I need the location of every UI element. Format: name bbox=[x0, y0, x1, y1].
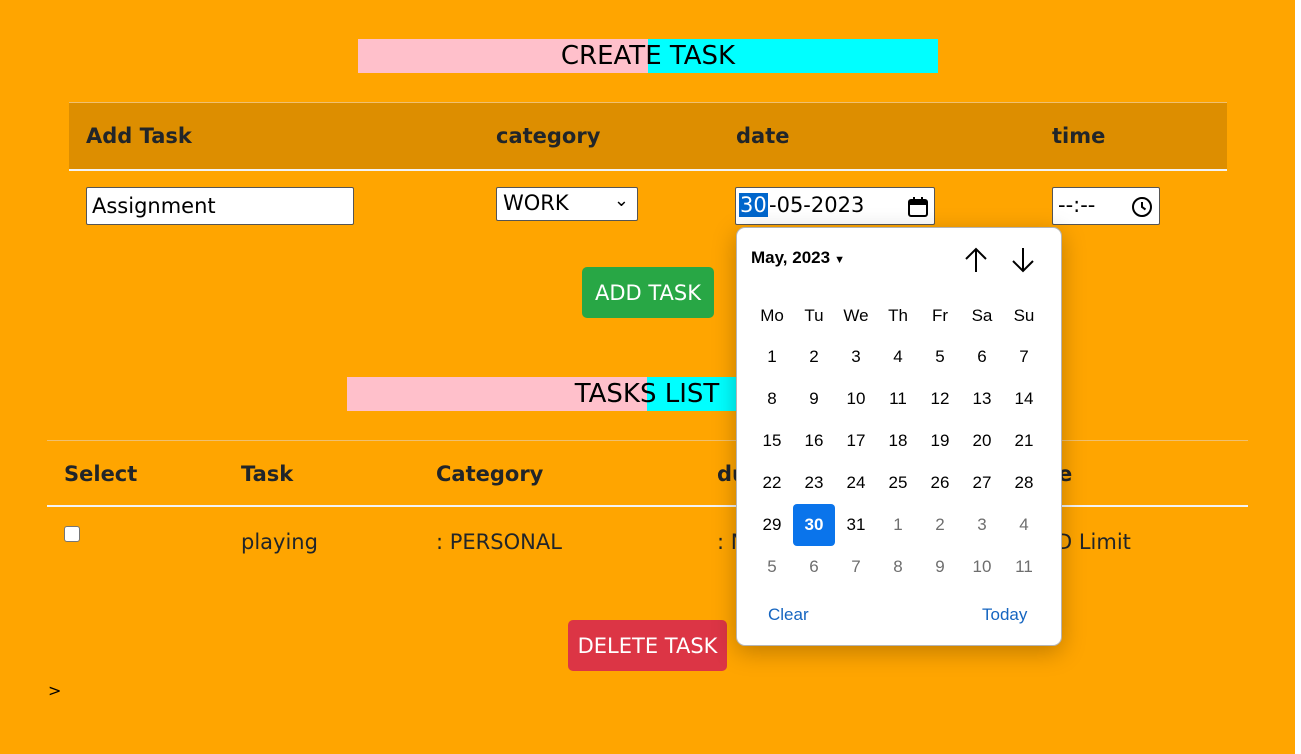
calendar-day[interactable]: 22 bbox=[751, 462, 793, 504]
page-edge bbox=[1295, 0, 1301, 754]
calendar-day[interactable]: 26 bbox=[919, 462, 961, 504]
next-month-arrow-icon[interactable] bbox=[1008, 245, 1038, 280]
calendar-day[interactable]: 4 bbox=[877, 336, 919, 378]
today-button[interactable]: Today bbox=[982, 605, 1027, 625]
calendar-day-adjacent-month[interactable]: 10 bbox=[961, 546, 1003, 588]
weekday-label: Fr bbox=[931, 306, 949, 325]
calendar-day-adjacent-month[interactable]: 7 bbox=[835, 546, 877, 588]
row-task-name: playing bbox=[241, 530, 318, 554]
calendar-day[interactable]: 14 bbox=[1003, 378, 1045, 420]
calendar-day[interactable]: 9 bbox=[793, 378, 835, 420]
weekday-label: We bbox=[843, 306, 869, 325]
calendar-day-adjacent-month[interactable]: 2 bbox=[919, 504, 961, 546]
calendar-icon[interactable] bbox=[907, 196, 929, 223]
delete-task-button[interactable]: DELETE TASK bbox=[568, 620, 727, 671]
previous-month-arrow-icon[interactable] bbox=[961, 245, 991, 280]
calendar-day[interactable]: 16 bbox=[793, 420, 835, 462]
date-input[interactable]: 30 -05-2023 bbox=[735, 187, 935, 225]
list-header-category: Category bbox=[436, 462, 544, 486]
calendar-day[interactable]: 7 bbox=[1003, 336, 1045, 378]
calendar-day[interactable]: 8 bbox=[751, 378, 793, 420]
calendar-day[interactable]: 2 bbox=[793, 336, 835, 378]
list-header-divider bbox=[47, 505, 1248, 507]
calendar-day[interactable]: 15 bbox=[751, 420, 793, 462]
calendar-day-adjacent-month[interactable]: 4 bbox=[1003, 504, 1045, 546]
calendar-day[interactable]: 27 bbox=[961, 462, 1003, 504]
calendar-day[interactable]: 23 bbox=[793, 462, 835, 504]
calendar-day[interactable]: 19 bbox=[919, 420, 961, 462]
calendar-day-adjacent-month[interactable]: 9 bbox=[919, 546, 961, 588]
month-year-selector[interactable]: May, 2023 ▼ bbox=[751, 248, 845, 268]
time-value: --:-- bbox=[1058, 193, 1096, 217]
list-header-select: Select bbox=[64, 462, 138, 486]
create-task-banner: CREATE TASK bbox=[358, 39, 938, 73]
create-task-title: CREATE TASK bbox=[560, 41, 736, 71]
calendar-day[interactable]: 25 bbox=[877, 462, 919, 504]
category-select-value: WORK bbox=[503, 191, 569, 215]
add-task-button[interactable]: ADD TASK bbox=[582, 267, 714, 318]
time-input[interactable]: --:-- bbox=[1052, 187, 1160, 225]
footer-text: > bbox=[48, 681, 62, 700]
calendar-day[interactable]: 12 bbox=[919, 378, 961, 420]
calendar-day[interactable]: 17 bbox=[835, 420, 877, 462]
category-select[interactable]: WORK ⌄ bbox=[496, 187, 638, 221]
calendar-day-adjacent-month[interactable]: 11 bbox=[1003, 546, 1045, 588]
list-top-divider bbox=[47, 440, 1248, 441]
calendar-day[interactable]: 21 bbox=[1003, 420, 1045, 462]
calendar-day[interactable]: 3 bbox=[835, 336, 877, 378]
calendar-day[interactable]: 28 bbox=[1003, 462, 1045, 504]
month-year-label: May, 2023 bbox=[751, 248, 831, 267]
date-day-segment[interactable]: 30 bbox=[739, 193, 768, 217]
calendar-day[interactable]: 31 bbox=[835, 504, 877, 546]
calendar-day-adjacent-month[interactable]: 1 bbox=[877, 504, 919, 546]
calendar-day[interactable]: 18 bbox=[877, 420, 919, 462]
header-add-task: Add Task bbox=[86, 124, 192, 148]
form-header-row: Add Task category date time bbox=[69, 102, 1227, 171]
weekday-label: Sa bbox=[971, 306, 993, 325]
weekday-label: Tu bbox=[804, 306, 824, 325]
calendar-day[interactable]: 10 bbox=[835, 378, 877, 420]
date-picker-popup: May, 2023 ▼ Mo Tu We Th Fr Sa Su 12345678… bbox=[736, 227, 1062, 646]
list-header-task: Task bbox=[241, 462, 294, 486]
task-name-input[interactable] bbox=[86, 187, 354, 225]
calendar-day[interactable]: 29 bbox=[751, 504, 793, 546]
calendar-day-adjacent-month[interactable]: 8 bbox=[877, 546, 919, 588]
header-date: date bbox=[736, 124, 790, 148]
clear-date-button[interactable]: Clear bbox=[768, 605, 809, 625]
row-category: : PERSONAL bbox=[436, 530, 562, 554]
calendar-day[interactable]: 24 bbox=[835, 462, 877, 504]
calendar-day-adjacent-month[interactable]: 5 bbox=[751, 546, 793, 588]
header-time: time bbox=[1052, 124, 1106, 148]
calendar-day[interactable]: 1 bbox=[751, 336, 793, 378]
weekday-label: Su bbox=[1013, 306, 1035, 325]
dropdown-triangle-icon: ▼ bbox=[834, 254, 845, 266]
calendar-day[interactable]: 5 bbox=[919, 336, 961, 378]
header-category: category bbox=[496, 124, 601, 148]
calendar-day[interactable]: 20 bbox=[961, 420, 1003, 462]
row-limit: D Limit bbox=[1056, 530, 1131, 554]
calendar-day[interactable]: 11 bbox=[877, 378, 919, 420]
weekday-label: Mo bbox=[760, 306, 784, 325]
calendar-day-adjacent-month[interactable]: 3 bbox=[961, 504, 1003, 546]
date-month-year-segments[interactable]: -05-2023 bbox=[769, 193, 864, 217]
calendar-day-selected[interactable]: 30 bbox=[793, 504, 835, 546]
calendar-day-adjacent-month[interactable]: 6 bbox=[793, 546, 835, 588]
tasks-list-title: TASKS LIST bbox=[574, 379, 720, 409]
calendar-day[interactable]: 13 bbox=[961, 378, 1003, 420]
task-select-checkbox[interactable] bbox=[64, 526, 80, 542]
weekday-label: Th bbox=[888, 306, 908, 325]
clock-icon[interactable] bbox=[1131, 196, 1153, 223]
chevron-down-icon: ⌄ bbox=[613, 190, 629, 211]
calendar-day[interactable]: 6 bbox=[961, 336, 1003, 378]
